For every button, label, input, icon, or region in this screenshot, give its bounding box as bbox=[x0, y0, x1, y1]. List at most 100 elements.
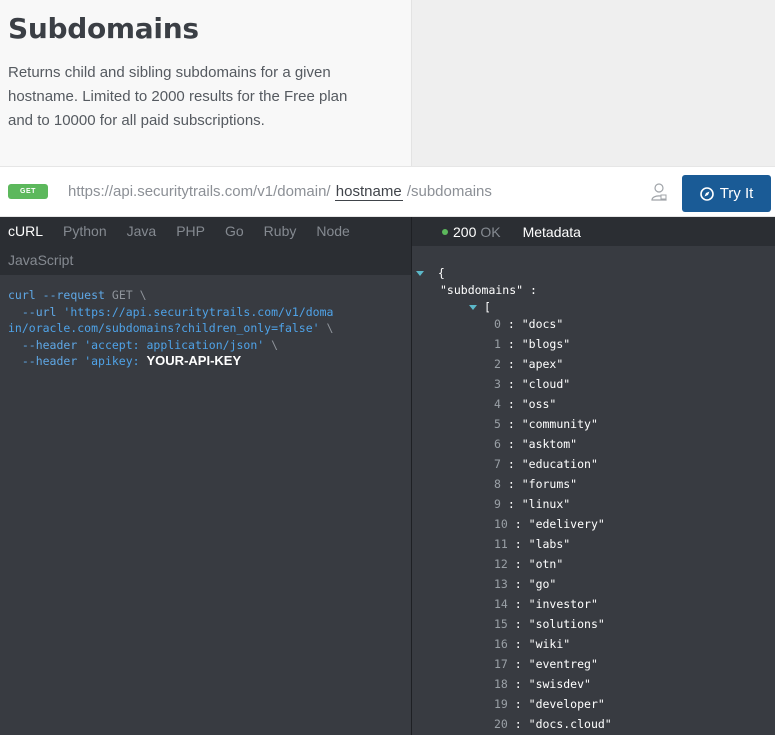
json-item-index: 3 bbox=[494, 377, 501, 391]
json-item-row: 16 : "wiki" bbox=[412, 637, 775, 657]
json-item-row: 3 : "cloud" bbox=[412, 377, 775, 397]
method-badge: GET bbox=[8, 184, 48, 199]
json-item-index: 14 bbox=[494, 597, 508, 611]
json-item-row: 20 : "docs.cloud" bbox=[412, 717, 775, 735]
json-item-value: "forums" bbox=[521, 477, 578, 491]
json-item-colon: : bbox=[500, 457, 522, 471]
json-item-value: "otn" bbox=[528, 557, 564, 571]
status-text: OK bbox=[480, 223, 501, 240]
try-it-button[interactable]: Try It bbox=[682, 175, 771, 212]
code-token: GET bbox=[111, 288, 133, 302]
tab-ruby[interactable]: Ruby bbox=[264, 217, 297, 246]
json-brace: { bbox=[437, 266, 445, 280]
status-code[interactable]: 200 bbox=[453, 224, 476, 240]
url-suffix: /subdomains bbox=[406, 183, 492, 200]
json-item-index: 4 bbox=[494, 397, 501, 411]
user-icon[interactable] bbox=[650, 182, 668, 202]
json-item-row: 4 : "oss" bbox=[412, 397, 775, 417]
json-item-index: 7 bbox=[494, 457, 501, 471]
json-item-colon: : bbox=[500, 357, 522, 371]
code-token: --request bbox=[42, 288, 105, 302]
api-key-placeholder[interactable]: YOUR-API-KEY bbox=[147, 353, 242, 368]
tab-python[interactable]: Python bbox=[63, 217, 107, 246]
json-item-row: 15 : "solutions" bbox=[412, 617, 775, 637]
json-item-row: 6 : "asktom" bbox=[412, 437, 775, 457]
tab-go[interactable]: Go bbox=[225, 217, 244, 246]
json-item-colon: : bbox=[507, 637, 529, 651]
code-token: --header bbox=[21, 354, 78, 368]
code-token: \ bbox=[139, 288, 147, 302]
code-token: --url bbox=[21, 304, 57, 319]
json-item-value: "docs.cloud" bbox=[528, 717, 612, 731]
json-item-row: 17 : "eventreg" bbox=[412, 657, 775, 677]
json-item-value: "apex" bbox=[521, 357, 564, 371]
json-item-row: 9 : "linux" bbox=[412, 497, 775, 517]
json-item-value: "community" bbox=[521, 417, 598, 431]
json-item-index: 6 bbox=[494, 437, 501, 451]
json-item-row: 8 : "forums" bbox=[412, 477, 775, 497]
json-item-colon: : bbox=[507, 577, 529, 591]
json-item-colon: : bbox=[507, 597, 529, 611]
json-item-index: 11 bbox=[494, 537, 508, 551]
json-item-value: "blogs" bbox=[521, 337, 571, 351]
json-item-colon: : bbox=[507, 657, 529, 671]
json-item-index: 13 bbox=[494, 577, 508, 591]
json-item-value: "swisdev" bbox=[528, 677, 591, 691]
json-item-index: 17 bbox=[494, 657, 508, 671]
json-item-colon: : bbox=[507, 697, 529, 711]
json-item-row: 11 : "labs" bbox=[412, 537, 775, 557]
tab-javascript[interactable]: JavaScript bbox=[8, 246, 73, 275]
url-prefix: https://api.securitytrails.com/v1/domain… bbox=[68, 183, 331, 200]
json-colon: : bbox=[530, 283, 537, 297]
collapse-toggle-icon[interactable] bbox=[416, 271, 424, 276]
json-item-value: "docs" bbox=[521, 317, 564, 331]
json-item-value: "asktom" bbox=[521, 437, 578, 451]
json-item-colon: : bbox=[507, 717, 529, 731]
json-item-value: "edelivery" bbox=[528, 517, 605, 531]
json-item-colon: : bbox=[500, 377, 522, 391]
code-token: 'apikey: bbox=[84, 354, 140, 368]
code-token: 'accept: application/json' bbox=[84, 337, 265, 352]
json-item-index: 8 bbox=[494, 477, 501, 491]
json-item-row: 10 : "edelivery" bbox=[412, 517, 775, 537]
tab-node[interactable]: Node bbox=[316, 217, 349, 246]
json-item-index: 9 bbox=[494, 497, 501, 511]
json-item-index: 5 bbox=[494, 417, 501, 431]
json-item-row: 19 : "developer" bbox=[412, 697, 775, 717]
tab-java[interactable]: Java bbox=[127, 217, 157, 246]
code-token: 'https://api.securitytrails.com/v1/doma bbox=[63, 304, 334, 319]
json-item-row: 5 : "community" bbox=[412, 417, 775, 437]
json-item-index: 2 bbox=[494, 357, 501, 371]
code-token: curl bbox=[8, 288, 36, 302]
hostname-param[interactable]: hostname bbox=[334, 183, 403, 201]
response-panel: 200 OK Metadata { "subdomains" : [ 0 : "… bbox=[411, 217, 775, 735]
json-item-colon: : bbox=[500, 497, 522, 511]
json-item-index: 12 bbox=[494, 557, 508, 571]
json-item-colon: : bbox=[507, 557, 529, 571]
json-item-index: 16 bbox=[494, 637, 508, 651]
json-item-colon: : bbox=[500, 417, 522, 431]
collapse-toggle-icon[interactable] bbox=[469, 305, 477, 310]
json-item-index: 15 bbox=[494, 617, 508, 631]
json-item-colon: : bbox=[500, 317, 522, 331]
json-item-value: "investor" bbox=[528, 597, 598, 611]
tab-curl[interactable]: cURL bbox=[8, 217, 43, 246]
json-item-row: 1 : "blogs" bbox=[412, 337, 775, 357]
json-item-index: 20 bbox=[494, 717, 508, 731]
json-item-value: "eventreg" bbox=[528, 657, 598, 671]
json-item-index: 1 bbox=[494, 337, 501, 351]
tab-metadata[interactable]: Metadata bbox=[523, 224, 581, 240]
json-item-value: "labs" bbox=[528, 537, 571, 551]
status-dot bbox=[442, 228, 448, 235]
description-panel: Subdomains Returns child and sibling sub… bbox=[0, 0, 411, 166]
json-item-colon: : bbox=[507, 537, 529, 551]
json-bracket: [ bbox=[483, 300, 491, 314]
page-description: Returns child and sibling subdomains for… bbox=[8, 64, 348, 129]
right-top-panel bbox=[411, 0, 775, 166]
json-item-value: "developer" bbox=[528, 697, 605, 711]
tab-php[interactable]: PHP bbox=[176, 217, 205, 246]
code-token: \ bbox=[271, 337, 279, 352]
json-item-colon: : bbox=[500, 397, 522, 411]
json-item-index: 10 bbox=[494, 517, 508, 531]
url-bar: GET https://api.securitytrails.com/v1/do… bbox=[0, 166, 775, 217]
